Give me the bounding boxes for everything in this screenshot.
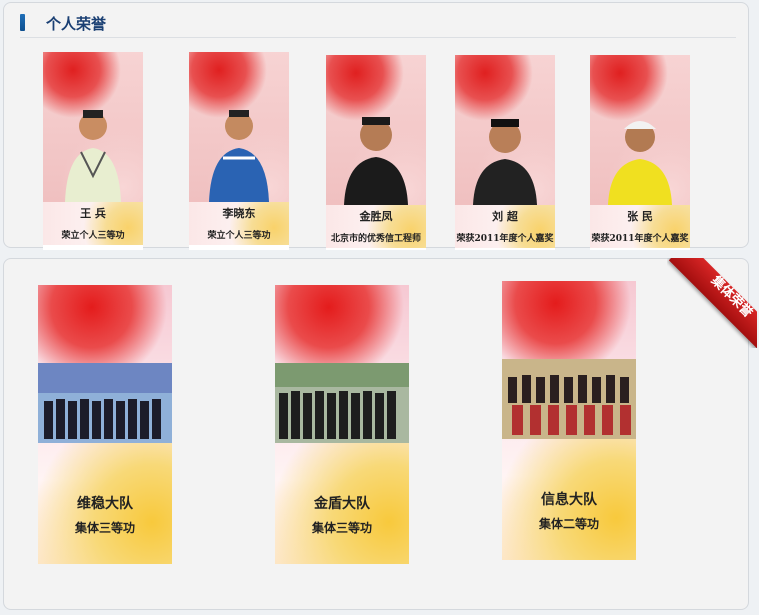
honor-card-1[interactable]: 王 兵 荣立个人三等功 xyxy=(43,52,143,250)
person-name: 金胜凤 xyxy=(359,210,393,223)
person-icon xyxy=(473,119,537,205)
group-photo xyxy=(38,363,172,443)
honor-card-5[interactable]: 张 民 荣获2011年度个人嘉奖 xyxy=(590,55,690,250)
collective-honor-ribbon: 集体荣誉 xyxy=(667,258,757,348)
person-icon xyxy=(344,117,408,205)
collective-card-2[interactable]: 金盾大队 集体三等功 xyxy=(275,285,409,564)
section-marker-icon xyxy=(20,14,25,31)
portrait-photo xyxy=(189,52,289,202)
honor-card-3[interactable]: 金胜凤 北京市的优秀信工程师 xyxy=(326,55,426,250)
team-name: 金盾大队 xyxy=(314,496,370,512)
person-name: 王 兵 xyxy=(80,207,106,220)
person-icon xyxy=(209,110,269,202)
portrait-photo xyxy=(455,55,555,205)
person-honor: 荣获2011年度个人嘉奖 xyxy=(591,234,689,244)
portrait-photo xyxy=(43,52,143,202)
team-name: 维稳大队 xyxy=(77,496,133,512)
person-honor: 北京市的优秀信工程师 xyxy=(330,234,421,244)
team-honor: 集体三等功 xyxy=(74,521,135,535)
collective-card-1[interactable]: 维稳大队 集体三等功 xyxy=(38,285,172,564)
team-honor: 集体二等功 xyxy=(538,517,599,531)
portrait-photo xyxy=(590,55,690,205)
group-photo xyxy=(502,359,636,439)
person-name: 张 民 xyxy=(627,210,653,223)
person-honor: 荣获2011年度个人嘉奖 xyxy=(456,234,554,244)
person-icon xyxy=(608,121,672,205)
honor-card-2[interactable]: 李晓东 荣立个人三等功 xyxy=(189,52,289,250)
person-honor: 荣立个人三等功 xyxy=(61,231,125,241)
team-honor: 集体三等功 xyxy=(311,521,372,535)
portrait-photo xyxy=(326,55,426,205)
section-divider xyxy=(20,37,736,38)
collective-card-3[interactable]: 信息大队 集体二等功 xyxy=(502,281,636,560)
team-name: 信息大队 xyxy=(541,492,597,508)
group-photo xyxy=(275,363,409,443)
honor-card-4[interactable]: 刘 超 荣获2011年度个人嘉奖 xyxy=(455,55,555,250)
person-name: 李晓东 xyxy=(222,207,256,220)
person-icon xyxy=(65,110,121,202)
person-honor: 荣立个人三等功 xyxy=(207,231,271,241)
person-name: 刘 超 xyxy=(492,210,518,223)
section-title: 个人荣誉 xyxy=(46,15,107,33)
